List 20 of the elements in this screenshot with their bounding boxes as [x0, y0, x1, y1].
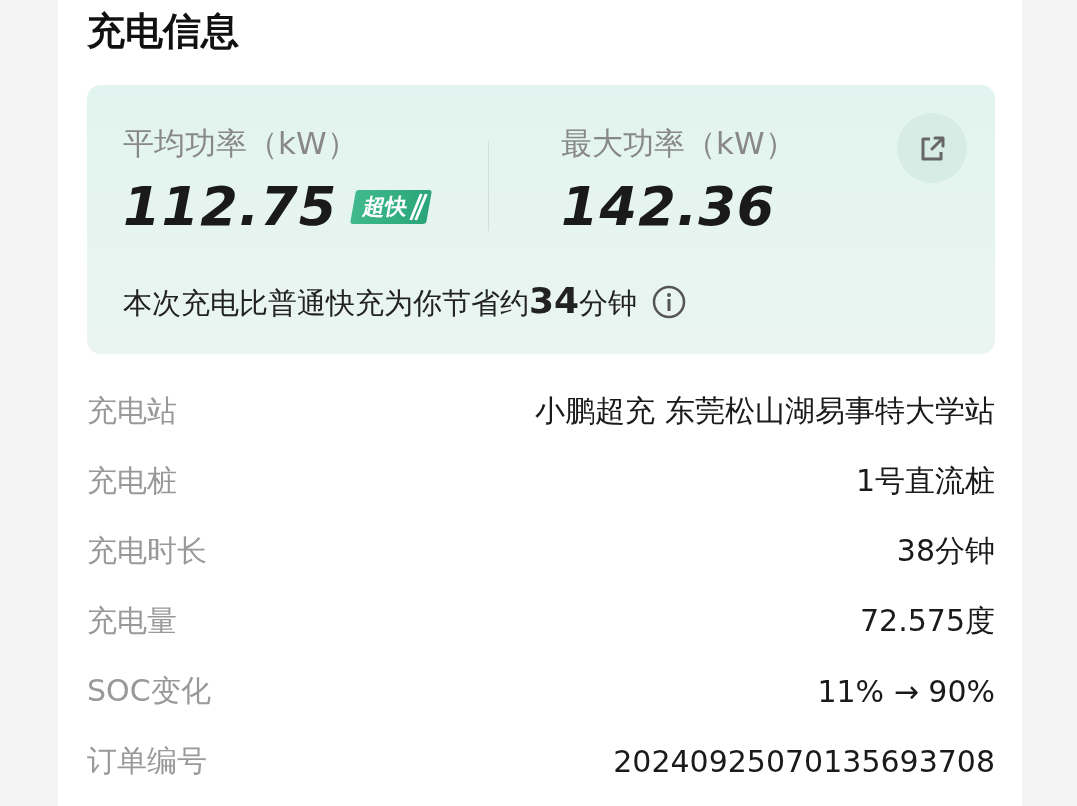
- info-icon[interactable]: [651, 284, 688, 320]
- detail-label: SOC变化: [87, 671, 211, 710]
- detail-label: 订单编号: [87, 741, 207, 780]
- section-title: 充电信息: [87, 8, 240, 55]
- detail-value: 72.575度: [860, 601, 995, 640]
- detail-value: 20240925070135693708: [613, 743, 995, 779]
- detail-value: 11% → 90%: [817, 673, 995, 709]
- detail-value: 38分钟: [896, 531, 995, 570]
- saving-note: 本次充电比普通快充为你节省约34分钟: [123, 280, 638, 323]
- speed-badge: 超快: [350, 189, 433, 224]
- detail-label: 充电时长: [87, 531, 207, 570]
- detail-label: 充电桩: [87, 461, 177, 500]
- metric-label: 最大功率（kW）: [561, 124, 796, 163]
- metric-label: 平均功率（kW）: [123, 124, 359, 163]
- metric-value: 112.75: [123, 175, 338, 238]
- detail-value: 小鹏超充 东莞松山湖易事特大学站: [535, 391, 995, 430]
- detail-label: 充电量: [87, 601, 177, 640]
- metric-value: 142.36: [561, 175, 776, 238]
- detail-label: 充电站: [87, 391, 177, 430]
- detail-value: 1号直流桩: [855, 461, 995, 500]
